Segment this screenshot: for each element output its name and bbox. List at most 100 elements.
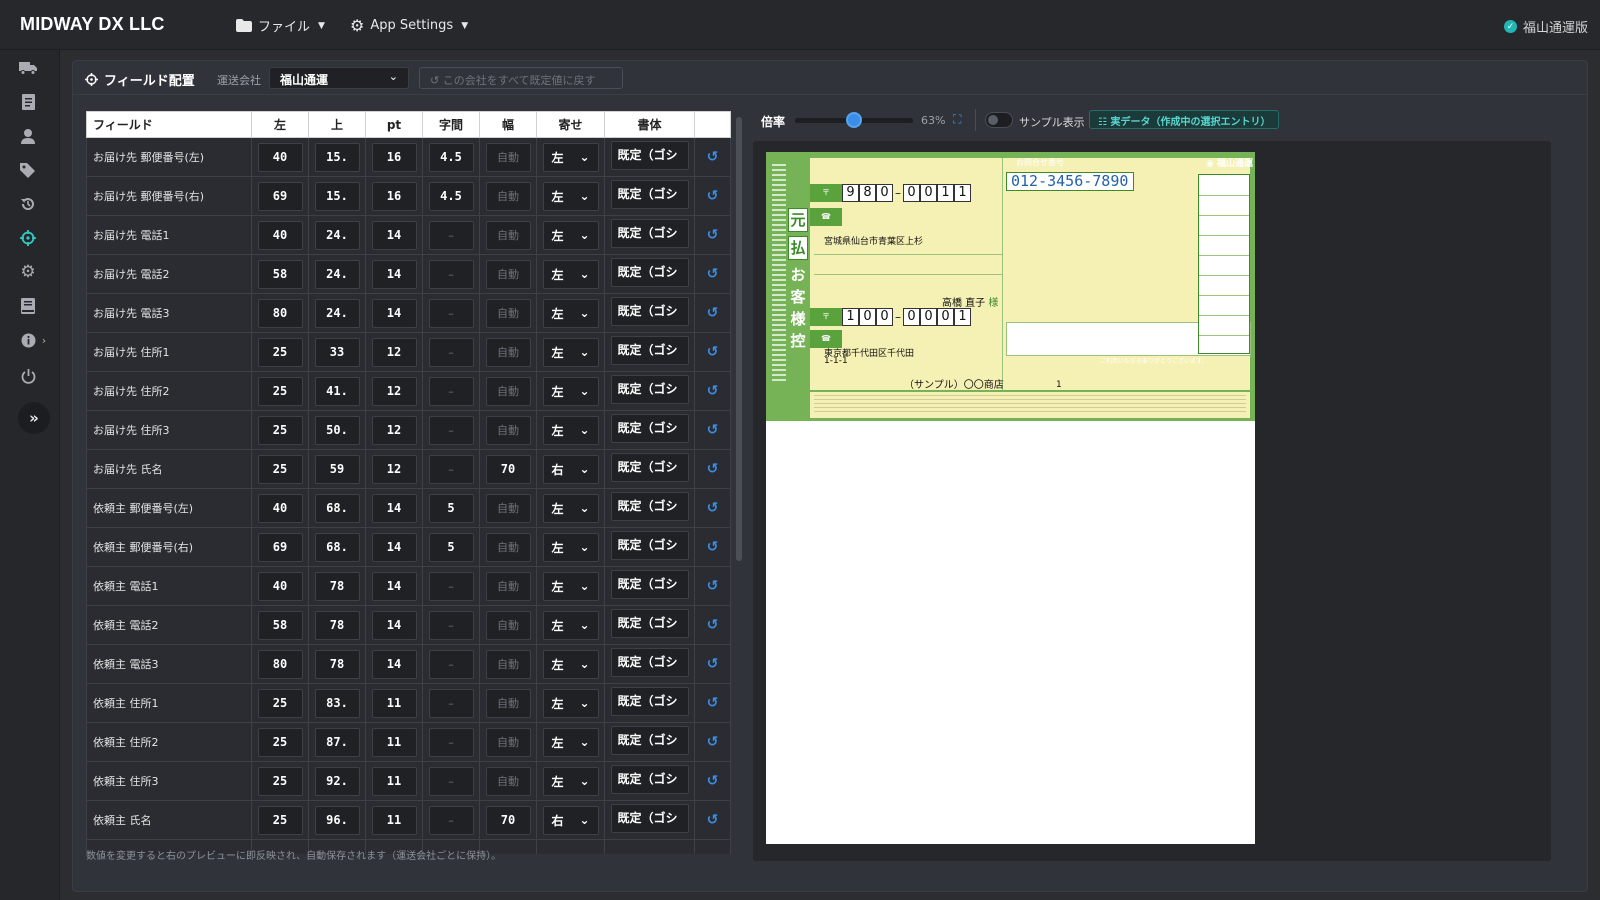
font-select[interactable]: 既定（ゴシ [610, 648, 689, 677]
pt-input[interactable]: 14 [371, 259, 417, 289]
pt-input[interactable]: 12 [371, 337, 417, 367]
align-select[interactable]: 右 ⌄ [542, 454, 599, 484]
align-select[interactable]: 左 ⌄ [542, 220, 599, 250]
left-input[interactable]: 40 [257, 142, 303, 172]
left-input[interactable]: 25 [257, 454, 303, 484]
chevron-right-icon[interactable]: › [38, 330, 50, 350]
spacing-input[interactable]: – [428, 454, 474, 484]
pt-input[interactable]: 14 [371, 610, 417, 640]
app-settings-menu[interactable]: ⚙ App Settings ▼ [350, 16, 468, 35]
undo-icon[interactable]: ↺ [707, 461, 719, 477]
align-select[interactable]: 左 ⌄ [542, 337, 599, 367]
undo-icon[interactable]: ↺ [707, 422, 719, 438]
top-input[interactable]: 68. [314, 532, 360, 562]
font-select[interactable]: 既定（ゴシ [610, 414, 689, 443]
align-select[interactable]: 左 ⌄ [542, 766, 599, 796]
spacing-input[interactable]: – [428, 688, 474, 718]
undo-icon[interactable]: ↺ [707, 656, 719, 672]
font-select[interactable]: 既定（ゴシ [610, 726, 689, 755]
top-input[interactable]: 59 [314, 454, 360, 484]
align-select[interactable]: 左 ⌄ [542, 142, 599, 172]
font-select[interactable]: 既定（ゴシ [610, 219, 689, 248]
undo-icon[interactable]: ↺ [707, 617, 719, 633]
font-select[interactable]: 既定（ゴシ [610, 180, 689, 209]
spacing-input[interactable]: – [428, 337, 474, 367]
left-input[interactable]: 69 [257, 181, 303, 211]
top-input[interactable]: 92. [314, 766, 360, 796]
align-select[interactable]: 左 ⌄ [542, 493, 599, 523]
align-select[interactable]: 左 ⌄ [542, 376, 599, 406]
undo-icon[interactable]: ↺ [707, 266, 719, 282]
pt-input[interactable]: 14 [371, 220, 417, 250]
width-input[interactable]: 自動 [485, 259, 531, 289]
undo-icon[interactable]: ↺ [707, 344, 719, 360]
document-icon[interactable] [18, 92, 38, 112]
width-input[interactable]: 自動 [485, 649, 531, 679]
width-input[interactable]: 自動 [485, 415, 531, 445]
width-input[interactable]: 自動 [485, 142, 531, 172]
field-table-container[interactable]: フィールド 左 上 pt 字間 幅 寄せ 書体 お届け先 郵便番号(左) 40 15… [86, 111, 748, 854]
spacing-input[interactable]: – [428, 298, 474, 328]
top-input[interactable]: 24. [314, 220, 360, 250]
top-input[interactable]: 78 [314, 571, 360, 601]
left-input[interactable]: 25 [257, 805, 303, 835]
undo-icon[interactable]: ↺ [707, 539, 719, 555]
truck-icon[interactable] [18, 58, 38, 78]
pt-input[interactable]: 16 [371, 142, 417, 172]
undo-icon[interactable]: ↺ [707, 149, 719, 165]
undo-icon[interactable]: ↺ [707, 227, 719, 243]
scrollbar-thumb[interactable] [736, 117, 742, 561]
font-select[interactable]: 既定（ゴシ [610, 453, 689, 482]
table-scrollbar[interactable] [735, 111, 743, 854]
left-input[interactable]: 25 [257, 766, 303, 796]
top-input[interactable]: 68. [314, 493, 360, 523]
undo-icon[interactable]: ↺ [707, 734, 719, 750]
left-input[interactable]: 80 [257, 649, 303, 679]
pt-input[interactable]: 11 [371, 727, 417, 757]
width-input[interactable]: 70 [485, 805, 531, 835]
tags-icon[interactable] [18, 160, 38, 180]
top-input[interactable]: 33 [314, 337, 360, 367]
spacing-input[interactable]: 4.5 [428, 142, 474, 172]
align-select[interactable]: 左 ⌄ [542, 181, 599, 211]
spacing-input[interactable]: 5 [428, 493, 474, 523]
crosshair-icon[interactable] [18, 228, 38, 248]
align-select[interactable]: 左 ⌄ [542, 610, 599, 640]
width-input[interactable]: 自動 [485, 181, 531, 211]
align-select[interactable]: 左 ⌄ [542, 649, 599, 679]
undo-icon[interactable]: ↺ [707, 695, 719, 711]
top-input[interactable]: 83. [314, 688, 360, 718]
spacing-input[interactable]: – [428, 649, 474, 679]
file-menu[interactable]: ファイル ▼ [236, 16, 325, 35]
undo-icon[interactable]: ↺ [707, 188, 719, 204]
history-icon[interactable] [18, 194, 38, 214]
spacing-input[interactable]: – [428, 220, 474, 250]
top-input[interactable]: 24. [314, 298, 360, 328]
spacing-input[interactable]: – [428, 376, 474, 406]
top-input[interactable]: 50. [314, 415, 360, 445]
font-select[interactable]: 既定（ゴシ [610, 609, 689, 638]
left-input[interactable]: 40 [257, 571, 303, 601]
undo-icon[interactable]: ↺ [707, 578, 719, 594]
left-input[interactable]: 40 [257, 220, 303, 250]
width-input[interactable]: 自動 [485, 688, 531, 718]
left-input[interactable]: 25 [257, 415, 303, 445]
pt-input[interactable]: 11 [371, 688, 417, 718]
spacing-input[interactable]: 5 [428, 532, 474, 562]
font-select[interactable]: 既定（ゴシ [610, 765, 689, 794]
font-select[interactable]: 既定（ゴシ [610, 297, 689, 326]
carrier-select[interactable]: 福山通運 ⌄ [269, 67, 409, 89]
align-select[interactable]: 左 ⌄ [542, 415, 599, 445]
top-input[interactable]: 24. [314, 259, 360, 289]
pt-input[interactable]: 11 [371, 805, 417, 835]
width-input[interactable]: 自動 [485, 571, 531, 601]
top-input[interactable]: 78 [314, 649, 360, 679]
font-select[interactable]: 既定（ゴシ [610, 687, 689, 716]
width-input[interactable]: 自動 [485, 493, 531, 523]
align-select[interactable]: 左 ⌄ [542, 259, 599, 289]
spacing-input[interactable]: 4.5 [428, 181, 474, 211]
power-icon[interactable] [18, 366, 38, 386]
top-input[interactable]: 15. [314, 142, 360, 172]
top-input[interactable]: 15. [314, 181, 360, 211]
top-input[interactable]: 87. [314, 727, 360, 757]
